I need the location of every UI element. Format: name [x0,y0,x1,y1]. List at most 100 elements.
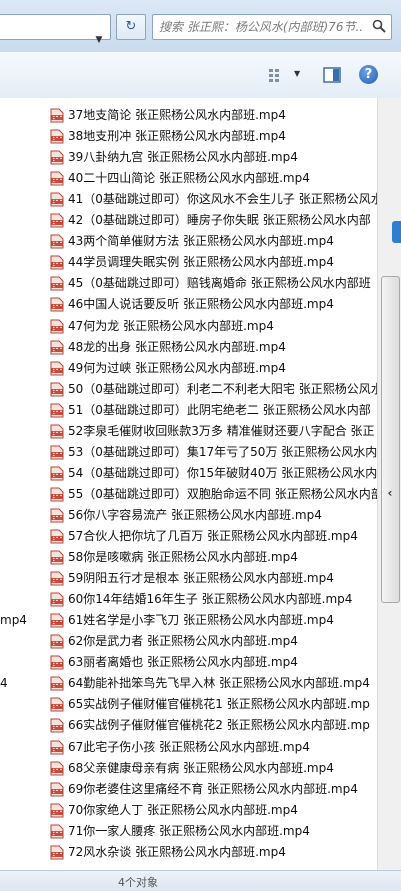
preview-pane-icon[interactable] [323,67,341,83]
file-name: 64勤能补拙笨鸟先飞早入林 张正熙杨公风水内部班.mp4 [68,676,370,691]
search-icon[interactable] [372,19,386,33]
list-item[interactable]: 41（0基础跳过即可）你这风水不会生儿子 张正熙杨公风水 [50,189,377,210]
pdf-file-icon [50,213,64,228]
left-column-fragment: mp4 [0,613,27,627]
file-name: 62你是武力者 张正熙杨公风水内部班.mp4 [68,634,298,649]
list-item[interactable]: 54（0基础跳过即可）你15年破财40万 张正熙杨公风水内 [50,463,377,484]
list-item[interactable]: 42（0基础跳过即可）睡房子你失眠 张正熙杨公风水内部 [50,210,377,231]
file-name: 61姓名学是小李飞刀 张正熙杨公风水内部班.mp4 [68,613,334,628]
list-item[interactable]: 62你是武力者 张正熙杨公风水内部班.mp4 [50,631,377,652]
file-name: 43两个简单催财方法 张正熙杨公风水内部班.mp4 [68,234,334,249]
file-list: mp4 4 37地支简论 张正熙杨公风水内部班.mp4 38地支刑冲 张正熙杨公风… [0,98,377,870]
refresh-icon: ↻ [125,19,137,34]
file-name: 45（0基础跳过即可）赔钱离婚命 张正熙杨公风水内部班 [68,276,371,291]
file-name: 50（0基础跳过即可）利老二不利老大阳宅 张正熙杨公风水 [68,381,377,396]
list-item[interactable]: 66实战例子催财催官催桃花2 张正熙杨公风水内部班.mp [50,715,377,736]
list-item[interactable]: 40二十四山简论 张正熙杨公风水内部班.mp4 [50,168,377,189]
list-item[interactable]: 56你八字容易流产 张正熙杨公风水内部班.mp4 [50,505,377,526]
pdf-file-icon [50,129,64,144]
list-item[interactable]: 50（0基础跳过即可）利老二不利老大阳宅 张正熙杨公风水 [50,379,377,400]
file-name: 52李泉毛催财收回账款3万多 精准催财还要八字配合 张正 [68,423,375,438]
list-item[interactable]: 38地支刑冲 张正熙杨公风水内部班.mp4 [50,126,377,147]
list-item[interactable]: 44学员调理失眠实例 张正熙杨公风水内部班.mp4 [50,252,377,273]
list-item[interactable]: 59阴阳五行才是根本 张正熙杨公风水内部班.mp4 [50,568,377,589]
pdf-file-icon [50,761,64,776]
file-name: 37地支简论 张正熙杨公风水内部班.mp4 [68,108,286,122]
pdf-file-icon [50,382,64,397]
file-name: 71你一家人腰疼 张正熙杨公风水内部班.mp4 [68,823,310,838]
file-name: 57合伙人把你坑了几百万 张正熙杨公风水内部班.mp4 [68,529,358,543]
file-name: 47何为龙 张正熙杨公风水内部班.mp4 [68,318,274,333]
pdf-file-icon [50,108,64,123]
file-name: 53（0基础跳过即可）集17年亏了50万 张正熙杨公风水内 [68,444,377,459]
pdf-file-icon [50,634,64,649]
file-name: 54（0基础跳过即可）你15年破财40万 张正熙杨公风水内 [68,465,377,480]
pdf-file-icon [50,782,64,797]
view-dropdown-icon[interactable]: ▼ [294,69,300,78]
pdf-file-icon [50,529,64,544]
pdf-file-icon [50,466,64,481]
pdf-file-icon [50,655,64,670]
pdf-file-icon [50,297,64,312]
list-item[interactable]: 63丽者离婚也 张正熙杨公风水内部班.mp4 [50,652,377,673]
status-bar: 4个对象 [0,870,401,891]
search-input[interactable]: 搜索 张正熙：杨公风水(内部班)76节... [152,14,392,40]
list-item[interactable]: 72风水杂谈 张正熙杨公风水内部班.mp4 [50,842,377,863]
file-name: 48龙的出身 张正熙杨公风水内部班.mp4 [68,339,286,354]
pdf-file-icon [50,319,64,333]
file-name: 58你是咳嗽病 张正熙杨公风水内部班.mp4 [68,550,298,565]
file-name: 41（0基础跳过即可）你这风水不会生儿子 张正熙杨公风水 [68,192,377,207]
list-item[interactable]: 55（0基础跳过即可）双胞胎命运不同 张正熙杨公风水内部 [50,484,377,505]
pdf-file-icon [50,824,64,839]
list-item[interactable]: 65实战例子催财催官催桃花1 张正熙杨公风水内部班.mp [50,694,377,715]
pdf-file-icon [50,424,64,439]
address-bar[interactable]: ▼ [0,14,111,45]
list-item[interactable]: 48龙的出身 张正熙杨公风水内部班.mp4 [50,337,377,358]
address-search-bar: ▼ ↻ 搜索 张正熙：杨公风水(内部班)76节... [0,0,401,53]
list-item[interactable]: 49何为过峡 张正熙杨公风水内部班.mp4 [50,358,377,379]
list-item[interactable]: 53（0基础跳过即可）集17年亏了50万 张正熙杨公风水内 [50,442,377,463]
pdf-file-icon [50,340,64,355]
list-item[interactable]: 71你一家人腰疼 张正熙杨公风水内部班.mp4 [50,821,377,842]
vertical-scrollbar[interactable]: ‹ [377,98,401,870]
list-item[interactable]: 58你是咳嗽病 张正熙杨公风水内部班.mp4 [50,547,377,568]
pdf-file-icon [50,234,64,249]
file-name: 38地支刑冲 张正熙杨公风水内部班.mp4 [68,129,286,144]
list-item[interactable]: 45（0基础跳过即可）赔钱离婚命 张正熙杨公风水内部班 [50,273,377,294]
chevron-left-icon[interactable]: ‹ [384,486,396,500]
left-column-fragment: 4 [0,676,8,690]
scrollbar-thumb[interactable] [381,276,400,603]
list-item[interactable]: 68父亲健康母亲有病 张正熙杨公风水内部班.mp4 [50,758,377,779]
list-item[interactable]: 47何为龙 张正熙杨公风水内部班.mp4 [50,316,377,337]
list-item[interactable]: 51（0基础跳过即可）此阴宅绝老二 张正熙杨公风水内部 [50,400,377,421]
list-item[interactable]: 37地支简论 张正熙杨公风水内部班.mp4 [50,105,377,126]
help-icon[interactable]: ? [359,65,378,84]
list-item[interactable]: 67此宅子伤小孩 张正熙杨公风水内部班.mp4 [50,737,377,758]
file-name: 68父亲健康母亲有病 张正熙杨公风水内部班.mp4 [68,760,334,775]
list-item[interactable]: 70你家绝人丁 张正熙杨公风水内部班.mp4 [50,800,377,821]
address-dropdown-icon[interactable]: ▼ [93,33,105,47]
side-panel-tab[interactable] [392,221,401,243]
toolbar: ▼ ? [0,52,401,99]
file-name: 39八卦纳九宫 张正熙杨公风水内部班.mp4 [68,150,298,165]
list-item[interactable]: 69你老婆住这里痛经不育 张正熙杨公风水内部班.mp4 [50,779,377,800]
file-name: 56你八字容易流产 张正熙杨公风水内部班.mp4 [68,507,322,522]
list-item[interactable]: 43两个简单催财方法 张正熙杨公风水内部班.mp4 [50,231,377,252]
pdf-file-icon [50,487,64,502]
list-item[interactable]: 60你14年结婚16年生子 张正熙杨公风水内部班.mp4 [50,589,377,610]
pdf-file-icon [50,740,64,754]
file-name: 42（0基础跳过即可）睡房子你失眠 张正熙杨公风水内部 [68,213,371,228]
refresh-button[interactable]: ↻ [116,14,146,40]
list-item[interactable]: 57合伙人把你坑了几百万 张正熙杨公风水内部班.mp4 [50,526,377,547]
list-item[interactable]: 39八卦纳九宫 张正熙杨公风水内部班.mp4 [50,147,377,168]
pdf-file-icon [50,403,64,418]
list-item[interactable]: 52李泉毛催财收回账款3万多 精准催财还要八字配合 张正 [50,421,377,442]
list-item[interactable]: 64勤能补拙笨鸟先飞早入林 张正熙杨公风水内部班.mp4 [50,673,377,694]
list-item[interactable]: 46中国人说话要反听 张正熙杨公风水内部班.mp4 [50,294,377,315]
pdf-file-icon [50,445,64,460]
file-name: 59阴阳五行才是根本 张正熙杨公风水内部班.mp4 [68,571,334,586]
pdf-file-icon [50,150,64,165]
list-item[interactable]: 61姓名学是小李飞刀 张正熙杨公风水内部班.mp4 [50,610,377,631]
pdf-file-icon [50,361,64,376]
change-view-icon[interactable] [268,68,290,84]
